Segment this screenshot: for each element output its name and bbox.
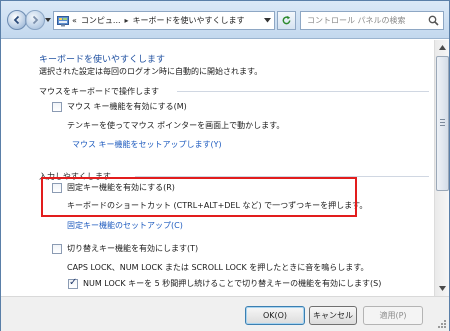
apply-button[interactable]: 適用(P) bbox=[363, 306, 423, 325]
scroll-down-icon bbox=[439, 286, 446, 291]
cancel-button[interactable]: キャンセル bbox=[309, 306, 357, 325]
page-title: キーボードを使いやすくします bbox=[39, 55, 166, 65]
vertical-scrollbar[interactable] bbox=[434, 40, 449, 296]
mouse-keys-description: テンキーを使ってマウス ポインターを画面上で動かします。 bbox=[67, 121, 285, 130]
search-placeholder: コントロール パネルの検索 bbox=[307, 16, 406, 25]
scroll-down-button[interactable] bbox=[436, 282, 449, 295]
numlock-toggle-checkbox[interactable] bbox=[68, 277, 78, 289]
mouse-keys-label[interactable]: マウス キー機能を有効にする(M) bbox=[67, 101, 187, 112]
back-button[interactable] bbox=[7, 10, 27, 30]
numlock-toggle-label[interactable]: NUM LOCK キーを 5 秒間押し続けることで切り替えキーの機能を有効にしま… bbox=[83, 278, 381, 289]
history-dropdown-icon[interactable] bbox=[45, 17, 51, 23]
forward-button[interactable] bbox=[25, 10, 45, 30]
annotation-highlight-box bbox=[41, 177, 357, 217]
refresh-button[interactable] bbox=[277, 11, 296, 30]
arrow-left-icon bbox=[13, 15, 20, 25]
thumb-grip-icon bbox=[440, 119, 445, 126]
ok-button[interactable]: OK(O) bbox=[245, 306, 305, 325]
dialog-button-bar: OK(O) キャンセル 適用(P) bbox=[1, 296, 449, 331]
breadcrumb-computer[interactable]: コンピュ... bbox=[81, 15, 121, 26]
address-bar[interactable]: « コンピュ... ▸ キーボードを使いやすくします bbox=[53, 11, 275, 30]
group-divider bbox=[177, 91, 429, 92]
mouse-keys-setup-link[interactable]: マウス キー機能をセットアップします(Y) bbox=[72, 139, 222, 150]
control-panel-window: « コンピュ... ▸ キーボードを使いやすくします コントロール パネルの検索… bbox=[0, 0, 450, 331]
resize-grip-icon[interactable] bbox=[437, 319, 447, 329]
refresh-icon bbox=[282, 15, 291, 25]
numlock-toggle-option[interactable]: NUM LOCK キーを 5 秒間押し続けることで切り替えキーの機能を有効にしま… bbox=[68, 277, 381, 289]
scroll-thumb[interactable] bbox=[436, 56, 449, 191]
address-dropdown-icon[interactable] bbox=[264, 18, 271, 23]
sticky-keys-setup-link[interactable]: 固定キー機能のセットアップ(C) bbox=[67, 220, 183, 231]
mouse-keys-checkbox[interactable] bbox=[52, 101, 62, 112]
mouse-group-header: マウスをキーボードで操作します bbox=[39, 87, 159, 96]
search-box[interactable]: コントロール パネルの検索 bbox=[300, 11, 444, 30]
toggle-keys-label[interactable]: 切り替えキー機能を有効にします(T) bbox=[67, 243, 198, 254]
navigation-bar: « コンピュ... ▸ キーボードを使いやすくします コントロール パネルの検索 bbox=[1, 1, 449, 39]
breadcrumb-current[interactable]: キーボードを使いやすくします bbox=[133, 15, 245, 26]
mouse-keys-option[interactable]: マウス キー機能を有効にする(M) bbox=[52, 101, 187, 112]
page-description: 選択された設定は毎回のログオン時に自動的に開始されます。 bbox=[39, 67, 263, 76]
toggle-keys-description: CAPS LOCK、NUM LOCK または SCROLL LOCK を押したと… bbox=[67, 263, 369, 272]
breadcrumb-separator[interactable]: ▸ bbox=[125, 16, 129, 25]
toggle-keys-option[interactable]: 切り替えキー機能を有効にします(T) bbox=[52, 243, 198, 254]
toggle-keys-checkbox[interactable] bbox=[52, 243, 62, 254]
settings-content: キーボードを使いやすくします 選択された設定は毎回のログオン時に自動的に開始され… bbox=[1, 40, 434, 296]
scroll-up-icon bbox=[439, 45, 446, 50]
arrow-right-icon bbox=[32, 15, 39, 25]
control-panel-icon bbox=[57, 15, 69, 26]
search-icon[interactable] bbox=[428, 15, 439, 26]
scroll-up-button[interactable] bbox=[436, 41, 449, 54]
address-overflow[interactable]: « bbox=[72, 16, 77, 25]
